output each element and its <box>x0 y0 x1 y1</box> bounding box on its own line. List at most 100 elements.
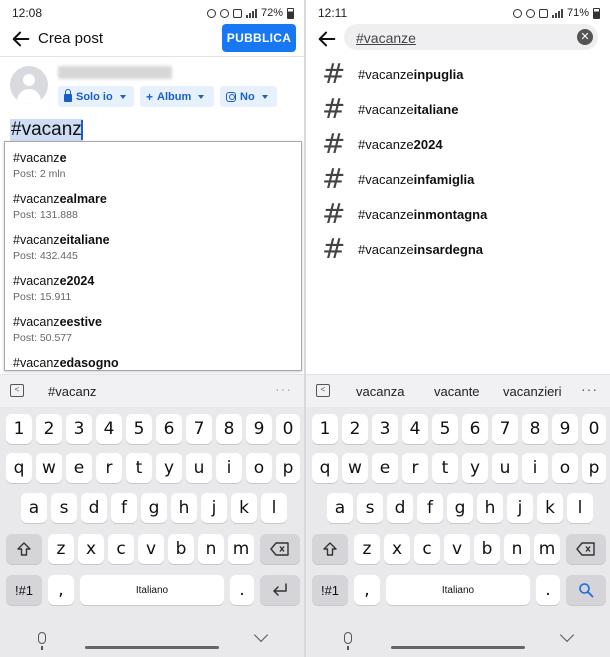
list-item[interactable]: # #vacanzeinsardegna <box>306 232 610 266</box>
list-item[interactable]: # #vacanzeitaliane <box>306 92 610 126</box>
key-o[interactable]: o <box>246 453 272 483</box>
instagram-dropdown[interactable]: No <box>220 86 277 107</box>
key-c[interactable]: c <box>108 534 134 564</box>
key-c[interactable]: c <box>414 534 440 564</box>
key-p[interactable]: p <box>276 453 300 483</box>
clear-search-icon[interactable]: ✕ <box>577 29 593 45</box>
key-3[interactable]: 3 <box>66 414 92 444</box>
key-j[interactable]: j <box>201 493 227 523</box>
home-indicator[interactable] <box>85 646 219 649</box>
key-m[interactable]: m <box>534 534 560 564</box>
space-key[interactable]: Italiano <box>80 575 224 605</box>
key-5[interactable]: 5 <box>126 414 152 444</box>
comma-key[interactable]: , <box>354 575 380 605</box>
home-indicator[interactable] <box>391 646 525 649</box>
key-7[interactable]: 7 <box>186 414 212 444</box>
key-y[interactable]: y <box>462 453 488 483</box>
key-r[interactable]: r <box>96 453 122 483</box>
period-key[interactable]: . <box>536 575 560 605</box>
key-0[interactable]: 0 <box>582 414 606 444</box>
key-j[interactable]: j <box>507 493 533 523</box>
key-x[interactable]: x <box>384 534 410 564</box>
key-l[interactable]: l <box>261 493 287 523</box>
key-u[interactable]: u <box>186 453 212 483</box>
list-item[interactable]: # #vacanzeinmontagna <box>306 197 610 231</box>
key-l[interactable]: l <box>567 493 593 523</box>
shift-key[interactable] <box>6 534 42 564</box>
key-q[interactable]: q <box>6 453 32 483</box>
key-d[interactable]: d <box>81 493 107 523</box>
key-n[interactable]: n <box>198 534 224 564</box>
key-e[interactable]: e <box>66 453 92 483</box>
publish-button[interactable]: PUBBLICA <box>222 24 296 52</box>
key-e[interactable]: e <box>372 453 398 483</box>
symbols-key[interactable]: !#1 <box>312 575 348 605</box>
key-1[interactable]: 1 <box>312 414 338 444</box>
search-input[interactable]: #vacanze ✕ <box>344 24 598 50</box>
key-d[interactable]: d <box>387 493 413 523</box>
key-a[interactable]: a <box>327 493 353 523</box>
key-8[interactable]: 8 <box>522 414 548 444</box>
list-item[interactable]: #vacanzedasogno <box>13 356 119 370</box>
album-dropdown[interactable]: + Album <box>140 86 214 107</box>
privacy-dropdown[interactable]: Solo io <box>58 86 134 107</box>
key-i[interactable]: i <box>216 453 242 483</box>
key-g[interactable]: g <box>141 493 167 523</box>
key-w[interactable]: w <box>342 453 368 483</box>
keyboard-suggestion[interactable]: vacante <box>434 384 480 399</box>
key-x[interactable]: x <box>78 534 104 564</box>
list-item[interactable]: #vacanze Post: 2 mln <box>13 151 67 180</box>
space-key[interactable]: Italiano <box>386 575 530 605</box>
keyboard-suggestion[interactable]: vacanza <box>356 384 404 399</box>
key-1[interactable]: 1 <box>6 414 32 444</box>
chevron-down-icon[interactable] <box>559 627 575 643</box>
key-f[interactable]: f <box>111 493 137 523</box>
list-item[interactable]: #vacanzealmare Post: 131.888 <box>13 192 107 221</box>
backspace-key[interactable] <box>260 534 300 564</box>
key-4[interactable]: 4 <box>402 414 428 444</box>
key-b[interactable]: b <box>168 534 194 564</box>
key-a[interactable]: a <box>21 493 47 523</box>
keyboard-suggestion[interactable]: vacanzieri <box>503 384 562 399</box>
microphone-icon[interactable] <box>38 632 46 650</box>
key-f[interactable]: f <box>417 493 443 523</box>
key-o[interactable]: o <box>552 453 578 483</box>
key-v[interactable]: v <box>444 534 470 564</box>
microphone-icon[interactable] <box>344 632 352 650</box>
key-6[interactable]: 6 <box>462 414 488 444</box>
key-9[interactable]: 9 <box>552 414 578 444</box>
backspace-key[interactable] <box>566 534 606 564</box>
symbols-key[interactable]: !#1 <box>6 575 42 605</box>
key-n[interactable]: n <box>504 534 530 564</box>
list-item[interactable]: #vacanzeitaliane Post: 432.445 <box>13 233 110 262</box>
key-i[interactable]: i <box>522 453 548 483</box>
key-2[interactable]: 2 <box>342 414 368 444</box>
key-g[interactable]: g <box>447 493 473 523</box>
key-r[interactable]: r <box>402 453 428 483</box>
key-t[interactable]: t <box>126 453 152 483</box>
key-9[interactable]: 9 <box>246 414 272 444</box>
chevron-left-icon[interactable]: < <box>316 384 330 397</box>
key-y[interactable]: y <box>156 453 182 483</box>
key-0[interactable]: 0 <box>276 414 300 444</box>
key-7[interactable]: 7 <box>492 414 518 444</box>
back-arrow-icon[interactable] <box>316 28 338 50</box>
period-key[interactable]: . <box>230 575 254 605</box>
comma-key[interactable]: , <box>48 575 74 605</box>
key-b[interactable]: b <box>474 534 500 564</box>
key-v[interactable]: v <box>138 534 164 564</box>
list-item[interactable]: # #vacanzeinfamiglia <box>306 162 610 196</box>
chevron-down-icon[interactable] <box>253 627 269 643</box>
key-3[interactable]: 3 <box>372 414 398 444</box>
list-item[interactable]: # #vacanze2024 <box>306 127 610 161</box>
list-item[interactable]: # #vacanzeinpuglia <box>306 57 610 91</box>
list-item[interactable]: #vacanzeestive Post: 50.577 <box>13 315 102 344</box>
key-s[interactable]: s <box>51 493 77 523</box>
search-key[interactable] <box>566 575 606 605</box>
key-h[interactable]: h <box>171 493 197 523</box>
key-8[interactable]: 8 <box>216 414 242 444</box>
key-q[interactable]: q <box>312 453 338 483</box>
key-w[interactable]: w <box>36 453 62 483</box>
key-2[interactable]: 2 <box>36 414 62 444</box>
more-options-icon[interactable]: ··· <box>275 381 292 397</box>
